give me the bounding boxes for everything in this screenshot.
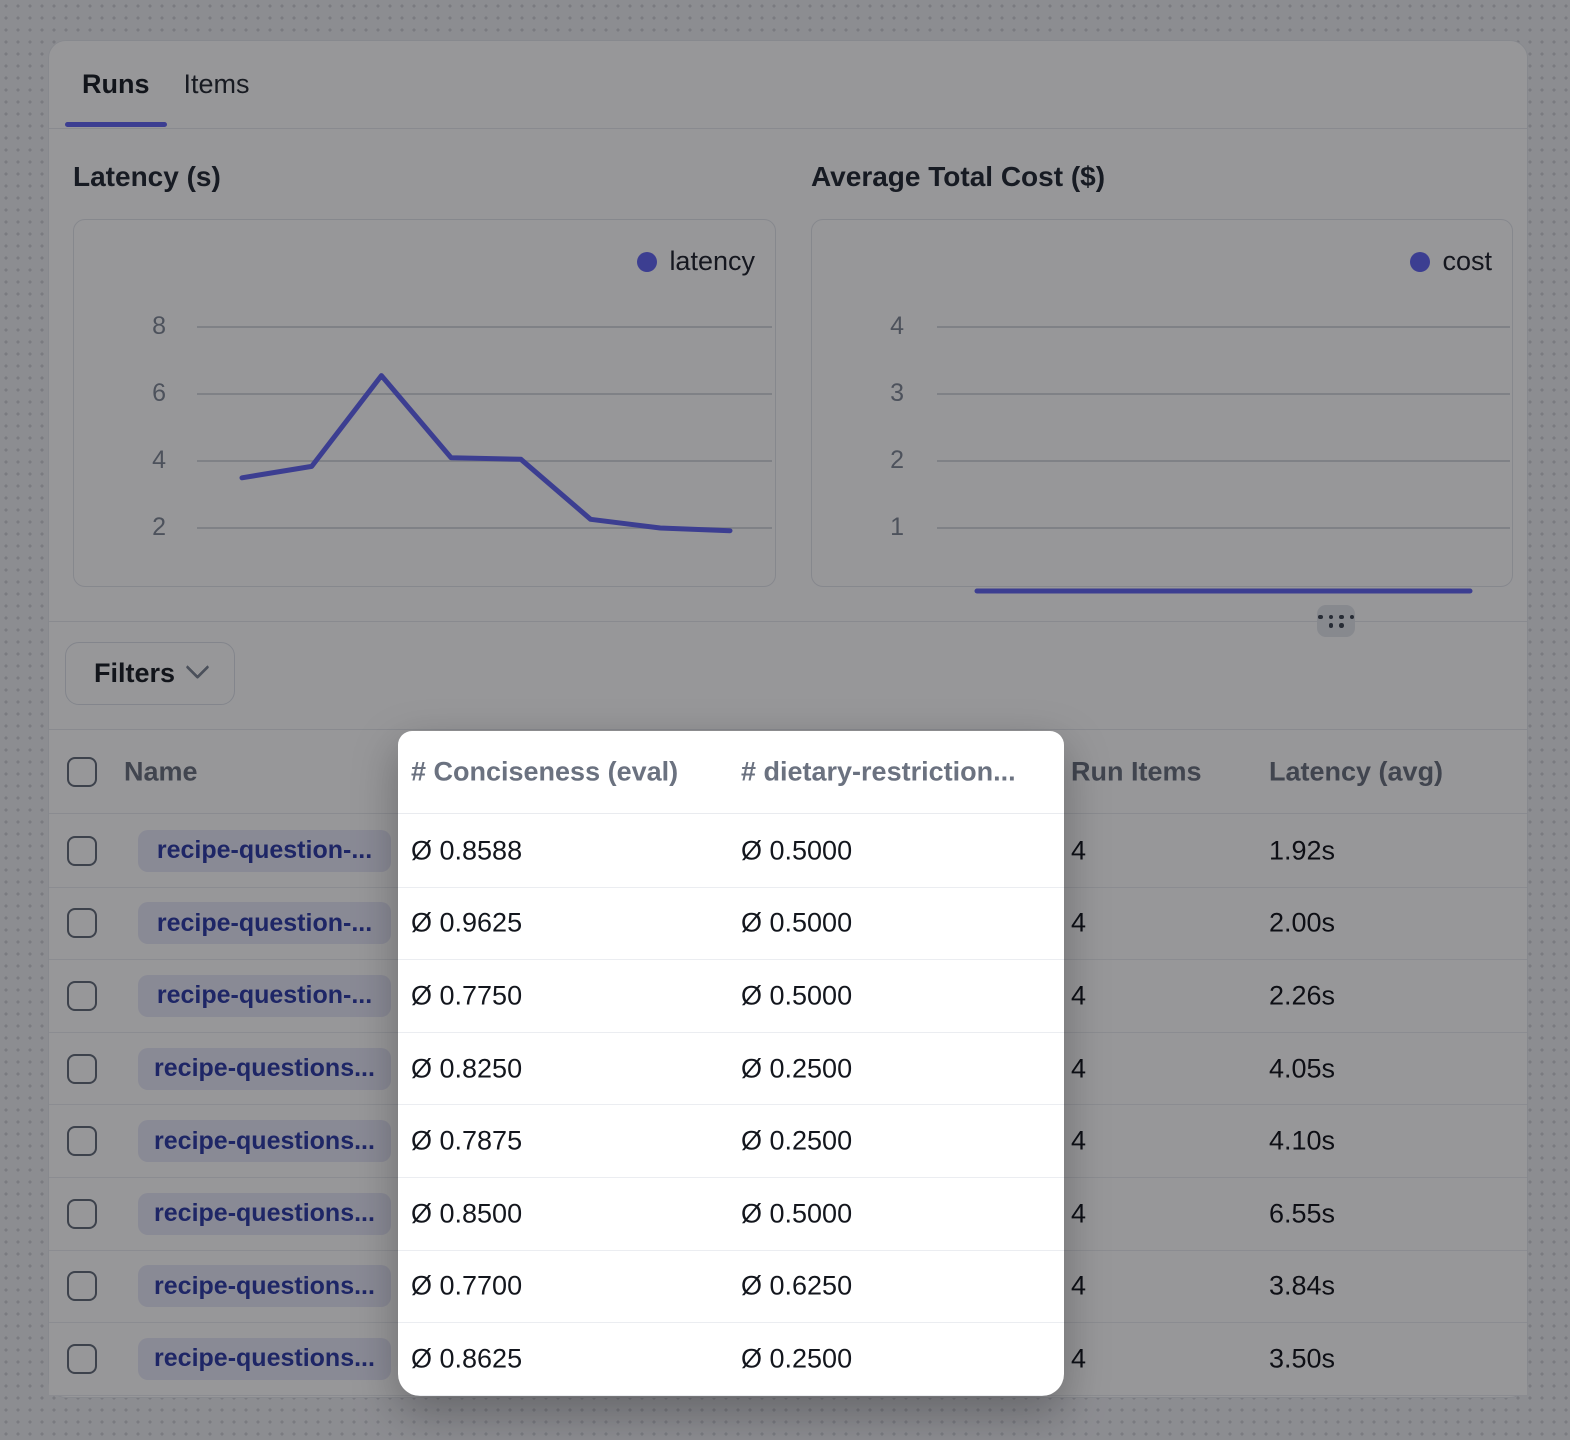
cost-chart-title: Average Total Cost ($) — [811, 161, 1105, 193]
row-checkbox[interactable] — [67, 1344, 97, 1374]
latency-avg-cell: 3.50s — [1269, 1343, 1335, 1374]
table-row[interactable]: recipe-questions... Ø 0.8625 Ø 0.2500 4 … — [49, 1323, 1527, 1396]
row-checkbox[interactable] — [67, 1199, 97, 1229]
legend-dot-icon — [637, 252, 657, 272]
legend-dot-icon — [1410, 252, 1430, 272]
run-name-badge[interactable]: recipe-question-... — [138, 975, 391, 1017]
run-items-cell: 4 — [1071, 980, 1086, 1011]
filters-label: Filters — [94, 658, 175, 689]
resize-grip-icon[interactable] — [1317, 605, 1355, 637]
latency-avg-cell: 1.92s — [1269, 835, 1335, 866]
cost-line-plot — [812, 220, 1512, 586]
conciseness-score-cell: Ø 0.8500 — [411, 1198, 522, 1229]
conciseness-score-cell: Ø 0.9625 — [411, 908, 522, 939]
dietary-restriction-score-cell: Ø 0.5000 — [741, 1198, 852, 1229]
run-name-badge[interactable]: recipe-question-... — [138, 902, 391, 944]
dietary-restriction-score-cell: Ø 0.2500 — [741, 1126, 852, 1157]
conciseness-score-cell: Ø 0.7875 — [411, 1126, 522, 1157]
run-name-badge[interactable]: recipe-questions... — [138, 1048, 391, 1090]
table-row[interactable]: recipe-questions... Ø 0.8250 Ø 0.2500 4 … — [49, 1033, 1527, 1106]
run-name-badge[interactable]: recipe-questions... — [138, 1120, 391, 1162]
table-row[interactable]: recipe-questions... Ø 0.7875 Ø 0.2500 4 … — [49, 1105, 1527, 1178]
latency-chart-legend: latency — [637, 246, 755, 277]
conciseness-score-cell: Ø 0.8250 — [411, 1053, 522, 1084]
latency-chart: latency 8642 — [73, 219, 776, 587]
column-header-latency-avg[interactable]: Latency (avg) — [1269, 756, 1443, 787]
table-header: Name # Conciseness (eval) # dietary-rest… — [49, 729, 1527, 814]
run-name-badge[interactable]: recipe-questions... — [138, 1193, 391, 1235]
latency-avg-cell: 2.00s — [1269, 908, 1335, 939]
row-checkbox[interactable] — [67, 1126, 97, 1156]
row-checkbox[interactable] — [67, 981, 97, 1011]
runs-dashboard-card: Runs Items Latency (s) Average Total Cos… — [48, 40, 1528, 1398]
latency-avg-cell: 4.10s — [1269, 1126, 1335, 1157]
latency-avg-cell: 3.84s — [1269, 1271, 1335, 1302]
column-header-conciseness[interactable]: # Conciseness (eval) — [411, 756, 678, 787]
run-items-cell: 4 — [1071, 1198, 1086, 1229]
column-header-run-items[interactable]: Run Items — [1071, 756, 1202, 787]
legend-label: latency — [669, 246, 755, 277]
latency-avg-cell: 4.05s — [1269, 1053, 1335, 1084]
conciseness-score-cell: Ø 0.7750 — [411, 980, 522, 1011]
section-divider — [49, 621, 1527, 622]
row-checkbox[interactable] — [67, 1271, 97, 1301]
cost-chart-legend: cost — [1410, 246, 1492, 277]
conciseness-score-cell: Ø 0.7700 — [411, 1271, 522, 1302]
dietary-restriction-score-cell: Ø 0.5000 — [741, 908, 852, 939]
dietary-restriction-score-cell: Ø 0.5000 — [741, 980, 852, 1011]
run-items-cell: 4 — [1071, 835, 1086, 866]
column-header-dietary-restriction[interactable]: # dietary-restriction... — [741, 756, 1016, 787]
run-name-badge[interactable]: recipe-question-... — [138, 830, 391, 872]
table-row[interactable]: recipe-questions... Ø 0.8500 Ø 0.5000 4 … — [49, 1178, 1527, 1251]
conciseness-score-cell: Ø 0.8625 — [411, 1343, 522, 1374]
run-items-cell: 4 — [1071, 1343, 1086, 1374]
dietary-restriction-score-cell: Ø 0.6250 — [741, 1271, 852, 1302]
run-items-cell: 4 — [1071, 1053, 1086, 1084]
dietary-restriction-score-cell: Ø 0.2500 — [741, 1343, 852, 1374]
latency-avg-cell: 2.26s — [1269, 980, 1335, 1011]
legend-label: cost — [1442, 246, 1492, 277]
row-checkbox[interactable] — [67, 908, 97, 938]
table-body: recipe-question-... Ø 0.8588 Ø 0.5000 4 … — [49, 815, 1527, 1396]
select-all-checkbox[interactable] — [67, 757, 97, 787]
run-items-cell: 4 — [1071, 1271, 1086, 1302]
table-row[interactable]: recipe-question-... Ø 0.7750 Ø 0.5000 4 … — [49, 960, 1527, 1033]
conciseness-score-cell: Ø 0.8588 — [411, 835, 522, 866]
table-row[interactable]: recipe-question-... Ø 0.9625 Ø 0.5000 4 … — [49, 888, 1527, 961]
table-row[interactable]: recipe-question-... Ø 0.8588 Ø 0.5000 4 … — [49, 815, 1527, 888]
latency-avg-cell: 6.55s — [1269, 1198, 1335, 1229]
tab-bar: Runs Items — [49, 41, 1527, 129]
tab-items[interactable]: Items — [167, 41, 267, 128]
latency-chart-title: Latency (s) — [73, 161, 221, 193]
chevron-down-icon — [186, 655, 210, 679]
row-checkbox[interactable] — [67, 836, 97, 866]
run-name-badge[interactable]: recipe-questions... — [138, 1338, 391, 1380]
run-name-badge[interactable]: recipe-questions... — [138, 1265, 391, 1307]
dietary-restriction-score-cell: Ø 0.2500 — [741, 1053, 852, 1084]
tab-runs[interactable]: Runs — [65, 41, 167, 128]
filters-button[interactable]: Filters — [65, 642, 235, 705]
row-checkbox[interactable] — [67, 1054, 97, 1084]
run-items-cell: 4 — [1071, 1126, 1086, 1157]
run-items-cell: 4 — [1071, 908, 1086, 939]
latency-series-line — [242, 376, 730, 531]
cost-chart: cost 4321 — [811, 219, 1513, 587]
column-header-name[interactable]: Name — [124, 756, 198, 787]
table-row[interactable]: recipe-questions... Ø 0.7700 Ø 0.6250 4 … — [49, 1251, 1527, 1324]
dietary-restriction-score-cell: Ø 0.5000 — [741, 835, 852, 866]
